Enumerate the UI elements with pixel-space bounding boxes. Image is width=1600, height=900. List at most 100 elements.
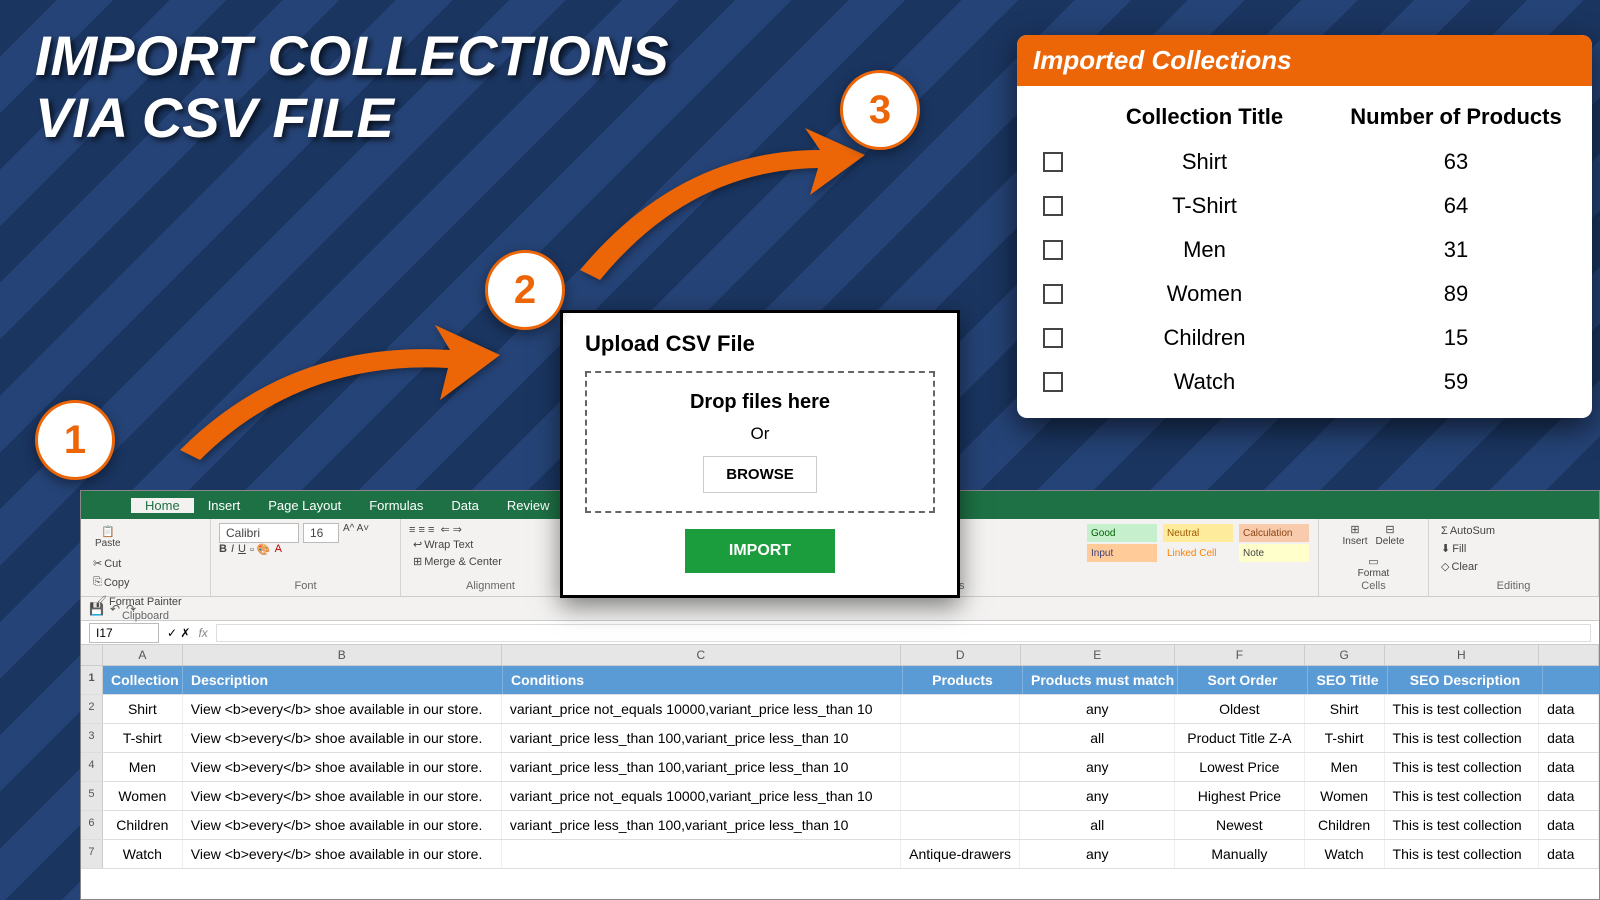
cell[interactable]: Women [1305,782,1385,810]
name-box[interactable]: I17 [89,623,159,643]
col-header[interactable]: E [1021,645,1176,666]
menu-review[interactable]: Review [493,498,564,513]
cell[interactable] [901,782,1021,810]
cell[interactable]: data [1539,724,1599,752]
redo-icon[interactable]: ↷ [126,602,136,616]
checkbox[interactable] [1043,240,1063,260]
cell[interactable]: data [1539,753,1599,781]
checkbox[interactable] [1043,196,1063,216]
cell[interactable]: Newest [1175,811,1305,839]
cell[interactable]: This is test collection [1385,695,1540,723]
cell[interactable]: variant_price not_equals 10000,variant_p… [502,695,901,723]
menu-home[interactable]: Home [131,498,194,513]
cell[interactable]: This is test collection [1385,753,1540,781]
formula-input[interactable] [216,624,1591,642]
col-header[interactable]: H [1385,645,1540,666]
cell[interactable]: data [1539,782,1599,810]
wrap-text-button[interactable]: ↩ Wrap Text [409,536,477,553]
cell[interactable]: Antique-drawers [901,840,1021,868]
cell[interactable]: Oldest [1175,695,1305,723]
cell[interactable]: View <b>every</b> shoe available in our … [183,782,502,810]
cell[interactable]: Watch [103,840,183,868]
cell[interactable]: This is test collection [1385,811,1540,839]
cell[interactable]: View <b>every</b> shoe available in our … [183,753,502,781]
cell[interactable]: all [1020,724,1175,752]
cell[interactable]: This is test collection [1385,782,1540,810]
browse-button[interactable]: BROWSE [703,456,817,493]
copy-button[interactable]: ⎘ Copy [89,574,186,591]
font-size-selector[interactable]: 16 [303,523,339,543]
cell[interactable]: View <b>every</b> shoe available in our … [183,811,502,839]
cell[interactable]: data [1539,811,1599,839]
cell[interactable] [901,695,1021,723]
delete-cells-button[interactable]: ⊟Delete [1376,523,1405,547]
import-button[interactable]: IMPORT [685,529,835,573]
merge-button[interactable]: ⊞ Merge & Center [409,553,506,570]
checkbox[interactable] [1043,328,1063,348]
cell[interactable]: View <b>every</b> shoe available in our … [183,695,502,723]
cell[interactable]: Lowest Price [1175,753,1305,781]
cut-button[interactable]: ✂ Cut [89,555,186,572]
cell[interactable] [901,753,1021,781]
dropzone[interactable]: Drop files here Or BROWSE [585,371,935,513]
col-header[interactable]: A [103,645,183,666]
style-linked[interactable]: Linked Cell [1163,544,1233,562]
font-selector[interactable]: Calibri [219,523,299,543]
menu-insert[interactable]: Insert [194,498,255,513]
cell[interactable]: T-shirt [103,724,183,752]
checkbox[interactable] [1043,372,1063,392]
checkbox[interactable] [1043,284,1063,304]
format-cells-button[interactable]: ▭Format [1358,555,1390,579]
cell[interactable]: any [1020,695,1175,723]
cell[interactable] [901,811,1021,839]
cell[interactable]: Manually [1175,840,1305,868]
style-good[interactable]: Good [1087,524,1157,542]
menu-formulas[interactable]: Formulas [355,498,437,513]
undo-icon[interactable]: ↶ [110,602,120,616]
cell[interactable]: data [1539,840,1599,868]
cell[interactable]: variant_price less_than 100,variant_pric… [502,753,901,781]
cell[interactable]: Shirt [1305,695,1385,723]
cell[interactable]: variant_price less_than 100,variant_pric… [502,724,901,752]
cell[interactable]: Children [1305,811,1385,839]
cell[interactable]: variant_price less_than 100,variant_pric… [502,811,901,839]
cell[interactable]: View <b>every</b> shoe available in our … [183,724,502,752]
checkbox[interactable] [1043,152,1063,172]
cell[interactable]: Men [1305,753,1385,781]
style-neutral[interactable]: Neutral [1163,524,1233,542]
clear-button[interactable]: ◇ Clear [1437,558,1482,575]
autosum-button[interactable]: Σ AutoSum [1437,523,1499,539]
col-header[interactable]: F [1175,645,1305,666]
cell[interactable]: Women [103,782,183,810]
insert-cells-button[interactable]: ⊞Insert [1343,523,1368,547]
cell[interactable]: Children [103,811,183,839]
cell[interactable]: This is test collection [1385,840,1540,868]
cell[interactable]: all [1020,811,1175,839]
paste-button[interactable]: 📋Paste [89,523,127,551]
cell[interactable]: Highest Price [1175,782,1305,810]
cell[interactable]: Product Title Z-A [1175,724,1305,752]
cell[interactable]: Men [103,753,183,781]
fill-button[interactable]: ⬇ Fill [1437,540,1470,557]
cell[interactable]: Shirt [103,695,183,723]
style-input[interactable]: Input [1087,544,1157,562]
cell[interactable]: variant_price not_equals 10000,variant_p… [502,782,901,810]
cell[interactable] [502,840,901,868]
cell[interactable]: any [1020,840,1175,868]
col-header[interactable]: B [183,645,502,666]
col-header[interactable] [1539,645,1599,666]
cell[interactable]: Watch [1305,840,1385,868]
cell[interactable]: data [1539,695,1599,723]
menu-data[interactable]: Data [437,498,492,513]
save-icon[interactable]: 💾 [89,602,104,616]
cell[interactable] [901,724,1021,752]
style-calculation[interactable]: Calculation [1239,524,1309,542]
col-header[interactable]: C [502,645,901,666]
col-header[interactable]: G [1305,645,1385,666]
style-note[interactable]: Note [1239,544,1309,562]
cell[interactable]: View <b>every</b> shoe available in our … [183,840,502,868]
cell[interactable]: any [1020,782,1175,810]
col-header[interactable]: D [901,645,1021,666]
menu-page-layout[interactable]: Page Layout [254,498,355,513]
cell[interactable]: T-shirt [1305,724,1385,752]
